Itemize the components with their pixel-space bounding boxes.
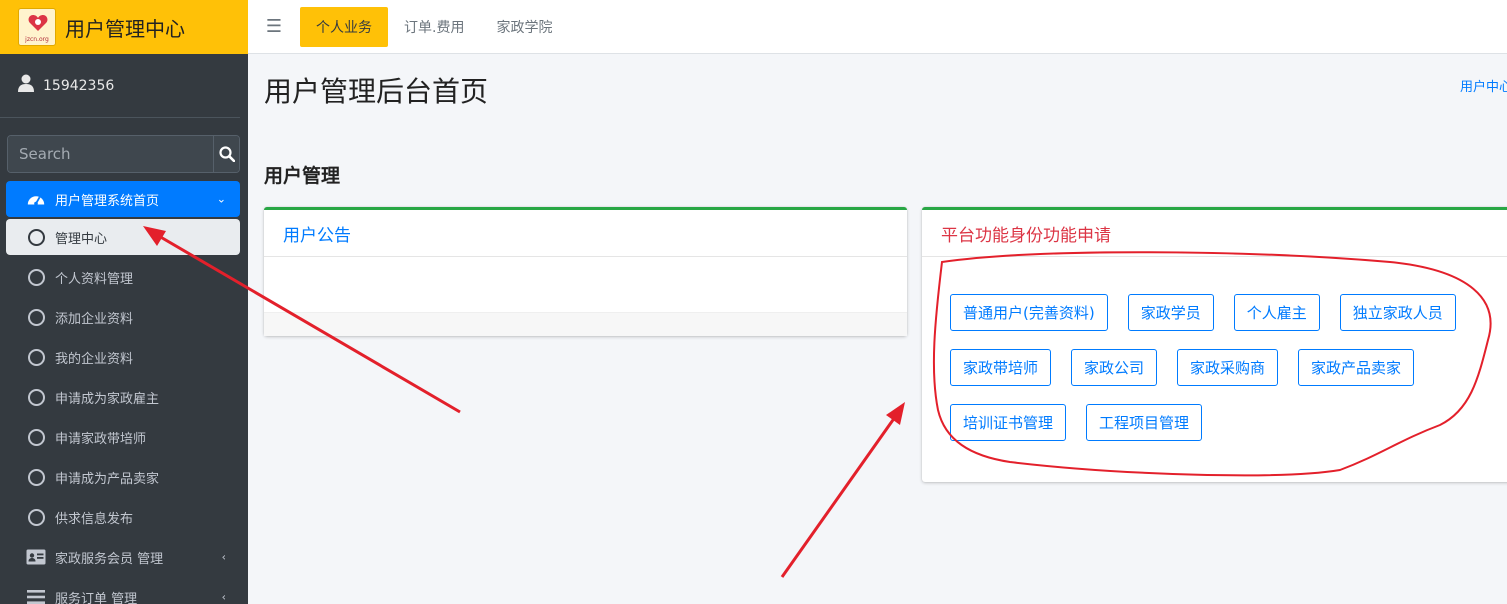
page-title: 用户管理后台首页 bbox=[264, 75, 489, 108]
tab-personal-business[interactable]: 个人业务 bbox=[300, 6, 388, 47]
button-row: 家政带培师 家政公司 家政采购商 家政产品卖家 bbox=[950, 349, 1507, 386]
apply-student-button[interactable]: 家政学员 bbox=[1127, 294, 1214, 331]
search-button[interactable] bbox=[213, 136, 239, 172]
circle-icon bbox=[26, 427, 46, 447]
sidebar-item-supply-demand[interactable]: 供求信息发布 bbox=[6, 497, 240, 537]
circle-icon bbox=[26, 347, 46, 367]
breadcrumb[interactable]: 用户中心 bbox=[1460, 76, 1507, 95]
apply-company-button[interactable]: 家政公司 bbox=[1071, 349, 1158, 386]
certificate-management-button[interactable]: 培训证书管理 bbox=[950, 404, 1067, 441]
sidebar-item-orders[interactable]: 服务订单 管理 ‹ bbox=[6, 577, 240, 604]
brand-title: 用户管理中心 bbox=[65, 16, 185, 41]
sidebar-item-label: 个人资料管理 bbox=[55, 271, 134, 287]
sidebar-item-label: 用户管理系统首页 bbox=[55, 193, 160, 209]
sidebar-item-apply-trainer[interactable]: 申请家政带培师 bbox=[6, 417, 240, 457]
sidebar-item-add-company[interactable]: 添加企业资料 bbox=[6, 297, 240, 337]
sidebar-item-my-company[interactable]: 我的企业资料 bbox=[6, 337, 240, 377]
sidebar-item-admin-center[interactable]: 管理中心 bbox=[6, 219, 240, 255]
project-management-button[interactable]: 工程项目管理 bbox=[1086, 404, 1203, 441]
sidebar-item-label: 申请成为产品卖家 bbox=[55, 471, 160, 487]
brand-logo: jzcn.org bbox=[18, 8, 56, 46]
user-panel[interactable]: 15942356 bbox=[0, 54, 240, 118]
sidebar-search bbox=[7, 135, 240, 173]
user-icon bbox=[18, 74, 34, 92]
search-input[interactable] bbox=[8, 136, 213, 172]
apply-employer-button[interactable]: 个人雇主 bbox=[1233, 294, 1320, 331]
circle-icon bbox=[26, 467, 46, 487]
sidebar-item-apply-seller[interactable]: 申请成为产品卖家 bbox=[6, 457, 240, 497]
section-title: 用户管理 bbox=[264, 165, 341, 187]
logo-text: jzcn.org bbox=[25, 36, 49, 43]
apply-trainer-button[interactable]: 家政带培师 bbox=[950, 349, 1052, 386]
brand-bar[interactable]: jzcn.org 用户管理中心 bbox=[0, 0, 248, 54]
button-row: 普通用户(完善资料) 家政学员 个人雇主 独立家政人员 bbox=[950, 294, 1507, 331]
id-card-icon bbox=[26, 547, 46, 567]
sidebar-item-label: 服务订单 管理 bbox=[55, 591, 138, 604]
sidebar-item-label: 申请成为家政雇主 bbox=[55, 391, 160, 407]
apply-card: 平台功能身份功能申请 普通用户(完善资料) 家政学员 个人雇主 独立家政人员 家… bbox=[922, 207, 1507, 482]
sidebar-item-profile[interactable]: 个人资料管理 bbox=[6, 257, 240, 297]
circle-icon bbox=[26, 227, 46, 247]
list-icon bbox=[26, 587, 46, 604]
chevron-left-icon: ‹ bbox=[221, 590, 226, 604]
circle-icon bbox=[26, 387, 46, 407]
circle-icon bbox=[26, 507, 46, 527]
notice-card-footer bbox=[264, 312, 907, 336]
sidebar-item-dashboard[interactable]: 用户管理系统首页 ⌄ bbox=[6, 181, 240, 217]
sidebar-item-label: 管理中心 bbox=[55, 231, 108, 247]
circle-icon bbox=[26, 307, 46, 327]
annotation-arrow-right bbox=[780, 402, 905, 578]
chevron-left-icon: ‹ bbox=[221, 550, 226, 564]
apply-regular-user-button[interactable]: 普通用户(完善资料) bbox=[950, 294, 1108, 331]
sidebar-item-label: 申请家政带培师 bbox=[55, 431, 147, 447]
sidebar-item-label: 家政服务会员 管理 bbox=[55, 551, 164, 567]
apply-independent-worker-button[interactable]: 独立家政人员 bbox=[1339, 294, 1456, 331]
tab-orders-fees[interactable]: 订单.费用 bbox=[388, 7, 480, 47]
sidebar-item-label: 我的企业资料 bbox=[55, 351, 134, 367]
heart-icon bbox=[28, 15, 48, 31]
search-icon bbox=[218, 146, 235, 162]
sidebar-item-label: 供求信息发布 bbox=[55, 511, 134, 527]
button-row: 培训证书管理 工程项目管理 bbox=[950, 404, 1507, 441]
sidebar-nav: 用户管理系统首页 ⌄ 管理中心 个人资料管理 添加企业资料 我的企业资料 申请成… bbox=[6, 181, 240, 604]
notice-card-title: 用户公告 bbox=[264, 210, 907, 257]
sidebar-item-apply-employer[interactable]: 申请成为家政雇主 bbox=[6, 377, 240, 417]
apply-purchaser-button[interactable]: 家政采购商 bbox=[1177, 349, 1279, 386]
dashboard-icon bbox=[26, 189, 46, 209]
circle-icon bbox=[26, 267, 46, 287]
sidebar-item-members[interactable]: 家政服务会员 管理 ‹ bbox=[6, 537, 240, 577]
top-navbar: ☰ 个人业务 订单.费用 家政学院 bbox=[248, 0, 1507, 54]
sidebar-item-label: 添加企业资料 bbox=[55, 311, 134, 327]
tab-academy[interactable]: 家政学院 bbox=[480, 7, 568, 47]
menu-toggle-icon[interactable]: ☰ bbox=[248, 16, 300, 37]
user-name: 15942356 bbox=[43, 77, 115, 94]
apply-button-grid: 普通用户(完善资料) 家政学员 个人雇主 独立家政人员 家政带培师 家政公司 家… bbox=[950, 294, 1507, 459]
chevron-down-icon: ⌄ bbox=[216, 192, 226, 206]
apply-product-seller-button[interactable]: 家政产品卖家 bbox=[1298, 349, 1415, 386]
notice-card: 用户公告 bbox=[264, 207, 907, 336]
apply-card-title: 平台功能身份功能申请 bbox=[922, 210, 1507, 257]
